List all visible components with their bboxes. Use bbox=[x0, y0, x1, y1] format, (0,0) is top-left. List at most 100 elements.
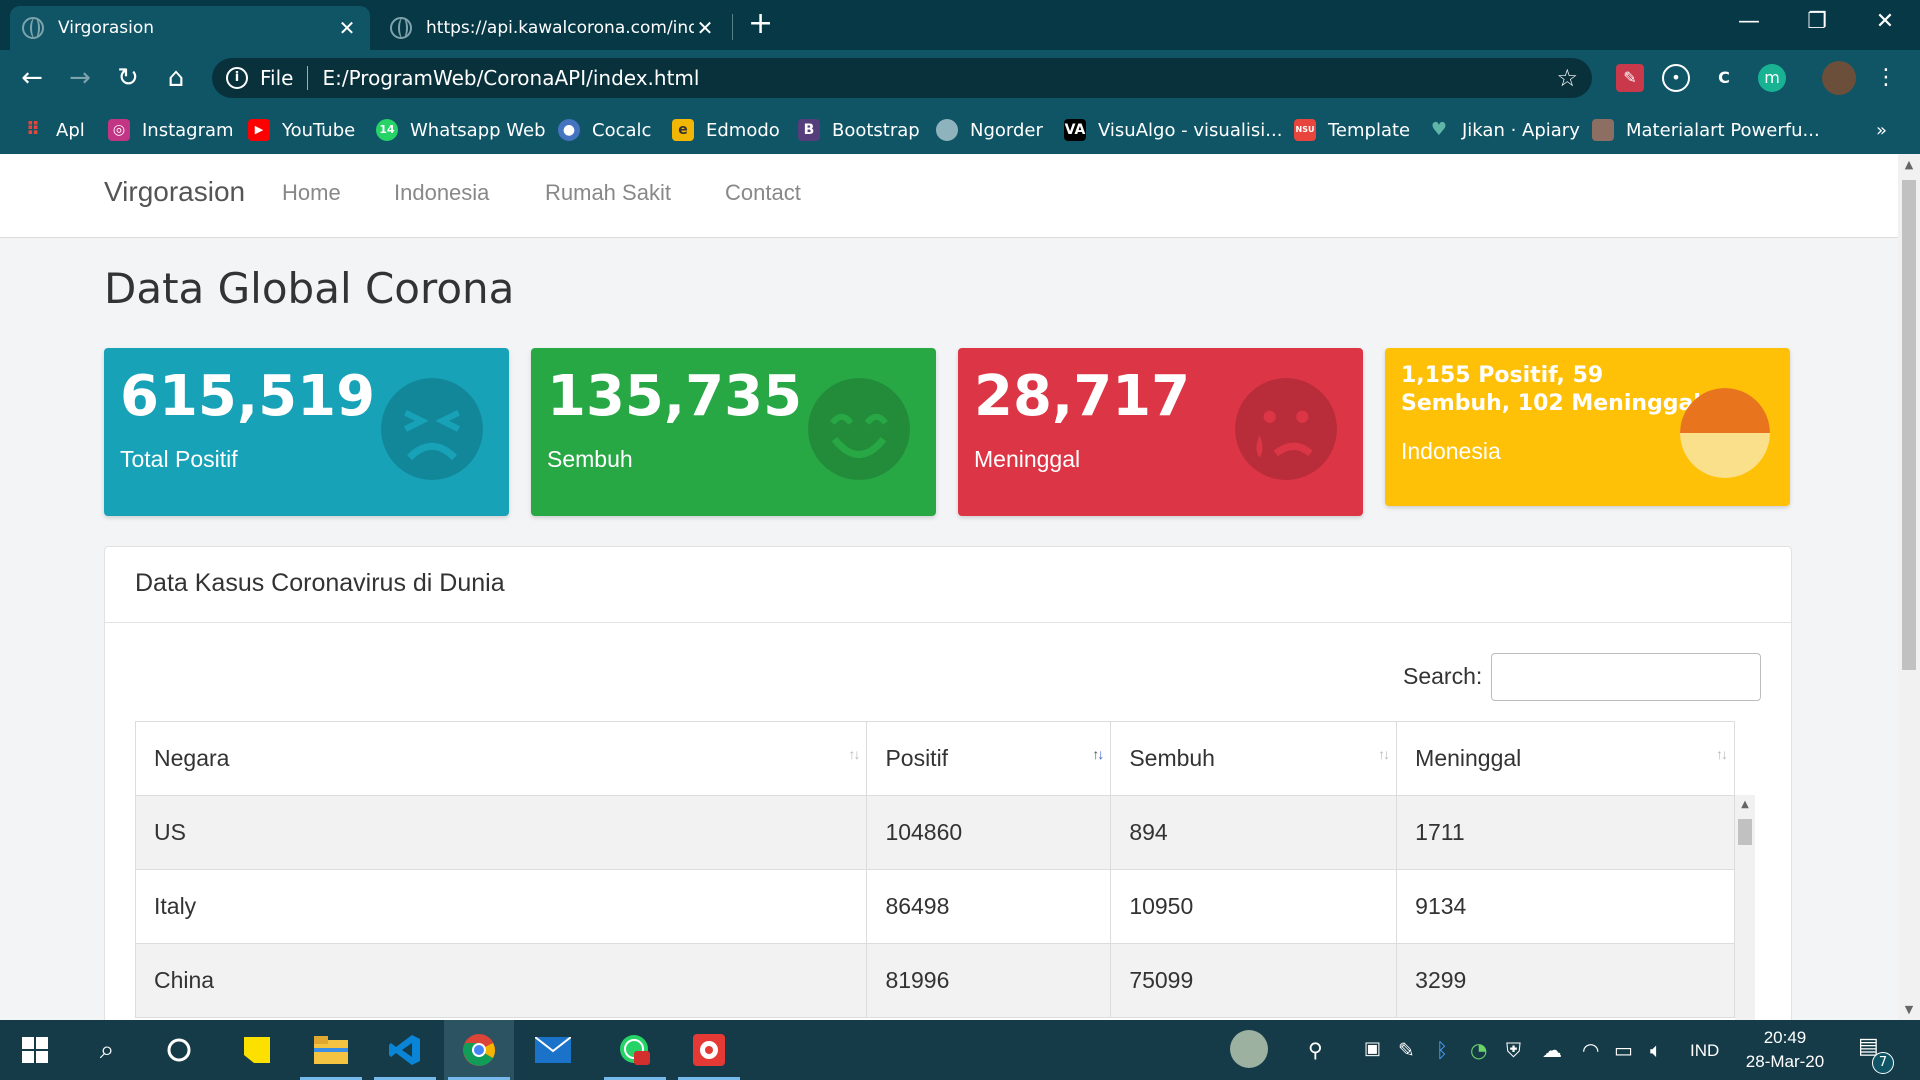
new-tab-button[interactable]: + bbox=[748, 6, 773, 42]
nav-rumah-sakit[interactable]: Rumah Sakit bbox=[545, 180, 671, 206]
bookmark-ngorder[interactable]: Ngorder bbox=[936, 116, 1043, 144]
close-icon[interactable]: ✕ bbox=[336, 16, 358, 40]
page-scrollbar[interactable]: ▲ ▼ bbox=[1898, 154, 1920, 1020]
vscode-icon[interactable] bbox=[370, 1020, 440, 1080]
bookmark-materialart[interactable]: Materialart Powerfu... bbox=[1592, 116, 1820, 144]
home-icon[interactable]: ⌂ bbox=[158, 60, 194, 96]
globe-icon bbox=[22, 17, 44, 39]
back-arrow-icon[interactable]: ← bbox=[14, 60, 50, 96]
extension-c-icon[interactable]: C bbox=[1710, 64, 1738, 92]
card-total-positif: 615,519 Total Positif bbox=[104, 348, 509, 516]
volume-icon[interactable]: 🔈︎ bbox=[1650, 1038, 1662, 1062]
reload-icon[interactable]: ↻ bbox=[110, 60, 146, 96]
whatsapp-icon[interactable] bbox=[600, 1020, 670, 1080]
scroll-up-arrow-icon[interactable]: ▲ bbox=[1902, 158, 1916, 171]
bookmark-bootstrap[interactable]: B Bootstrap bbox=[798, 116, 920, 144]
close-icon[interactable]: ✕ bbox=[694, 16, 716, 40]
bootstrap-icon: B bbox=[798, 119, 820, 141]
file-explorer-icon[interactable] bbox=[296, 1020, 366, 1080]
sticky-notes-icon[interactable] bbox=[222, 1020, 292, 1080]
edmodo-icon: e bbox=[672, 119, 694, 141]
table-scrollbar[interactable]: ▲ bbox=[1735, 795, 1755, 1020]
bluetooth-icon[interactable]: ᛒ bbox=[1436, 1038, 1448, 1062]
cell-negara: Italy bbox=[134, 869, 868, 944]
people-avatar[interactable] bbox=[1230, 1030, 1268, 1068]
wifi-icon[interactable]: ◠ bbox=[1582, 1038, 1599, 1062]
scroll-thumb[interactable] bbox=[1738, 819, 1752, 845]
scroll-thumb[interactable] bbox=[1902, 180, 1916, 670]
nav-contact[interactable]: Contact bbox=[725, 180, 801, 206]
update-icon[interactable]: ◔ bbox=[1470, 1038, 1487, 1062]
pen-icon[interactable]: ✎ bbox=[1398, 1038, 1415, 1062]
card-title: Data Kasus Coronavirus di Dunia bbox=[135, 569, 505, 597]
bookmark-apl[interactable]: ⠿ Apl bbox=[22, 116, 85, 144]
extension-pen-icon[interactable]: ✎ bbox=[1616, 64, 1644, 92]
bookmarks-overflow-button[interactable]: » bbox=[1876, 116, 1887, 144]
bookmark-star-icon[interactable]: ☆ bbox=[1556, 64, 1578, 92]
bookmark-label: VisuAlgo - visualisi... bbox=[1098, 119, 1283, 141]
onedrive-icon[interactable]: ☁ bbox=[1542, 1038, 1562, 1062]
table-row: China 81996 75099 3299 bbox=[134, 943, 1735, 1018]
indonesia-flag-icon bbox=[1680, 388, 1770, 478]
task-view-icon[interactable] bbox=[144, 1020, 214, 1080]
profile-avatar[interactable] bbox=[1822, 61, 1856, 95]
language-indicator[interactable]: IND bbox=[1690, 1041, 1719, 1061]
cell-meninggal: 3299 bbox=[1396, 943, 1735, 1018]
forward-arrow-icon[interactable]: → bbox=[62, 60, 98, 96]
column-header-negara[interactable]: Negara ↑↓ bbox=[134, 721, 868, 796]
card-label: Total Positif bbox=[120, 446, 238, 472]
search-icon[interactable]: ⌕ bbox=[72, 1020, 142, 1080]
nav-indonesia[interactable]: Indonesia bbox=[394, 180, 489, 206]
address-scheme: File bbox=[260, 66, 294, 90]
window-close-button[interactable]: ✕ bbox=[1850, 4, 1920, 40]
extension-m-icon[interactable]: m bbox=[1758, 64, 1786, 92]
table-header-row: Negara ↑↓ Positif ↑↓ Sembuh ↑↓ Meninggal… bbox=[134, 721, 1735, 796]
scroll-up-arrow-icon[interactable]: ▲ bbox=[1738, 799, 1752, 810]
bookmark-label: Apl bbox=[56, 119, 85, 141]
info-icon[interactable]: i bbox=[226, 67, 248, 89]
bookmark-instagram[interactable]: ◎ Instagram bbox=[108, 116, 234, 144]
scroll-down-arrow-icon[interactable]: ▼ bbox=[1902, 1003, 1916, 1016]
mail-icon[interactable] bbox=[518, 1020, 588, 1080]
bookmark-visualgo[interactable]: VA VisuAlgo - visualisi... bbox=[1064, 116, 1282, 144]
cell-meninggal: 9134 bbox=[1396, 869, 1735, 944]
column-header-positif[interactable]: Positif ↑↓ bbox=[866, 721, 1112, 796]
people-icon[interactable]: ⚲ bbox=[1308, 1038, 1323, 1062]
windows-start-icon[interactable] bbox=[0, 1020, 70, 1080]
world-cases-card: Data Kasus Coronavirus di Dunia Search: … bbox=[104, 546, 1792, 1020]
tab-virgorasion[interactable]: Virgorasion ✕ bbox=[10, 6, 370, 50]
bookmark-jikan-apiary[interactable]: ♥ Jikan · Apiary bbox=[1428, 116, 1580, 144]
card-value: 615,519 bbox=[120, 364, 376, 429]
column-header-meninggal[interactable]: Meninggal ↑↓ bbox=[1396, 721, 1735, 796]
minimize-button[interactable]: — bbox=[1714, 4, 1784, 40]
zoom-icon[interactable]: ▣ bbox=[1364, 1038, 1381, 1059]
bookmark-cocalc[interactable]: ● Cocalc bbox=[558, 116, 651, 144]
taskbar-clock[interactable]: 20:49 28-Mar-20 bbox=[1730, 1026, 1840, 1074]
cell-negara: China bbox=[134, 943, 868, 1018]
search-input[interactable] bbox=[1491, 653, 1761, 701]
smile-face-icon bbox=[808, 378, 910, 480]
extension-lens-icon[interactable]: • bbox=[1662, 64, 1690, 92]
photos-icon[interactable] bbox=[674, 1020, 744, 1080]
site-brand[interactable]: Virgorasion bbox=[104, 176, 245, 208]
chrome-icon[interactable] bbox=[444, 1020, 514, 1080]
address-url[interactable]: E:/ProgramWeb/CoronaAPI/index.html bbox=[322, 66, 1556, 90]
card-value: 135,735 bbox=[547, 364, 803, 429]
bookmark-whatsapp-web[interactable]: 14 Whatsapp Web bbox=[376, 116, 546, 144]
security-shield-icon[interactable]: ⛨ bbox=[1506, 1038, 1521, 1062]
tab-api-kawalcorona[interactable]: https://api.kawalcorona.com/indo ✕ bbox=[378, 6, 728, 50]
nav-home[interactable]: Home bbox=[282, 180, 341, 206]
cell-negara: US bbox=[134, 795, 868, 870]
crying-face-icon bbox=[1235, 378, 1337, 480]
bookmark-template[interactable]: NSU Template bbox=[1294, 116, 1410, 144]
column-header-sembuh[interactable]: Sembuh ↑↓ bbox=[1110, 721, 1398, 796]
bookmark-edmodo[interactable]: e Edmodo bbox=[672, 116, 780, 144]
bookmark-youtube[interactable]: ▶ YouTube bbox=[248, 116, 355, 144]
address-bar[interactable]: i File E:/ProgramWeb/CoronaAPI/index.htm… bbox=[212, 58, 1592, 98]
cocalc-icon: ● bbox=[558, 119, 580, 141]
bookmark-label: Bootstrap bbox=[832, 119, 920, 141]
battery-icon[interactable]: ▭ bbox=[1614, 1038, 1633, 1062]
restore-button[interactable]: ❐ bbox=[1782, 4, 1852, 40]
tab-title: Virgorasion bbox=[58, 18, 155, 38]
menu-dots-icon[interactable]: ⋮ bbox=[1872, 64, 1900, 92]
